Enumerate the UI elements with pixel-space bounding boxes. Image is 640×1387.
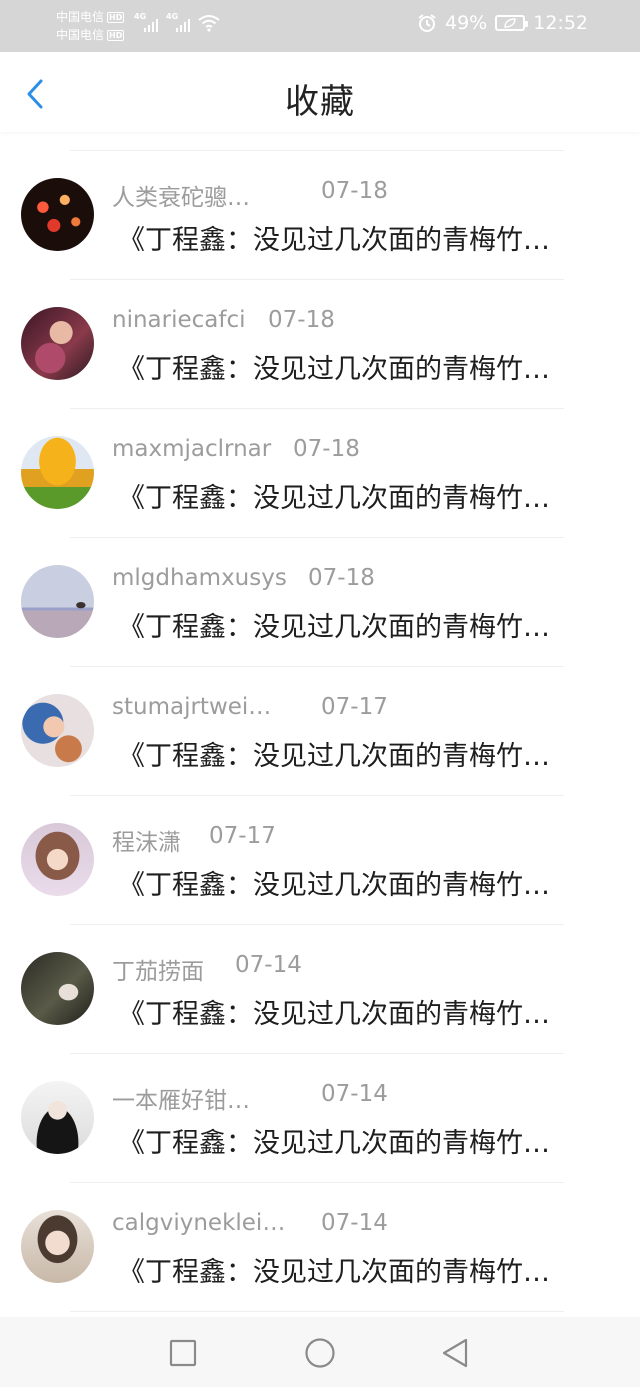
avatar — [21, 436, 94, 509]
triangle-back-icon — [442, 1338, 468, 1368]
author-name: mlgdhamxusys — [112, 565, 287, 591]
item-meta: maxmjaclrnar 07-18 — [112, 436, 360, 468]
avatar — [21, 1210, 94, 1283]
avatar — [21, 1081, 94, 1154]
item-title: 《丁程鑫：没见过几次面的青梅竹… — [118, 225, 550, 256]
item-title: 《丁程鑫：没见过几次面的青梅竹… — [118, 741, 550, 772]
item-meta: 丁茄捞面 07-14 — [112, 952, 302, 985]
item-meta: 程沫潇 07-17 — [112, 823, 276, 856]
author-name: 人类衰砣骢… — [112, 185, 250, 211]
avatar — [21, 823, 94, 896]
recent-apps-button[interactable] — [165, 1335, 201, 1371]
carrier-name: 中国电信 — [56, 28, 105, 42]
item-title: 《丁程鑫：没见过几次面的青梅竹… — [118, 612, 550, 643]
item-title: 《丁程鑫：没见过几次面的青梅竹… — [118, 1128, 550, 1159]
post-date: 07-18 — [293, 436, 360, 462]
alarm-icon — [418, 14, 436, 32]
item-title: 《丁程鑫：没见过几次面的青梅竹… — [118, 870, 550, 901]
hd-badge: HD — [107, 29, 125, 41]
post-date: 07-14 — [321, 1210, 388, 1236]
signal-icon: 4G — [134, 12, 158, 32]
author-name: 程沫潇 — [112, 830, 181, 856]
battery-icon — [495, 15, 529, 31]
battery-percent: 49% — [445, 12, 488, 34]
item-meta: ninariecafci 07-18 — [112, 307, 335, 339]
list-item[interactable]: maxmjaclrnar 07-18 《丁程鑫：没见过几次面的青梅竹… — [0, 409, 640, 537]
author-name: calgviyneklei… — [112, 1210, 286, 1236]
author-name: 丁茄捞面 — [112, 959, 204, 985]
author-name: 一本雁好钳… — [112, 1088, 250, 1114]
signal-icons: 4G 4G — [134, 12, 220, 32]
list-item[interactable]: 一本雁好钳… 07-14 《丁程鑫：没见过几次面的青梅竹… — [0, 1054, 640, 1182]
list-item[interactable]: stumajrtwei… 07-17 《丁程鑫：没见过几次面的青梅竹… — [0, 667, 640, 795]
item-meta: 人类衰砣骢… 07-18 — [112, 178, 388, 211]
item-meta: 一本雁好钳… 07-14 — [112, 1081, 388, 1114]
wifi-icon — [198, 15, 220, 32]
avatar — [21, 307, 94, 380]
item-title: 《丁程鑫：没见过几次面的青梅竹… — [118, 999, 550, 1030]
avatar — [21, 694, 94, 767]
avatar — [21, 952, 94, 1025]
item-meta: mlgdhamxusys 07-18 — [112, 565, 375, 597]
list-item[interactable]: 程沫潇 07-17 《丁程鑫：没见过几次面的青梅竹… — [0, 796, 640, 924]
carrier-info: 中国电信 HD 中国电信 HD — [56, 8, 125, 44]
post-date: 07-17 — [209, 823, 276, 849]
home-button[interactable] — [302, 1335, 338, 1371]
post-date: 07-18 — [308, 565, 375, 591]
list-item[interactable]: mlgdhamxusys 07-18 《丁程鑫：没见过几次面的青梅竹… — [0, 538, 640, 666]
square-icon — [169, 1339, 197, 1367]
carrier-name: 中国电信 — [56, 10, 105, 24]
status-bar: 中国电信 HD 中国电信 HD 4G 4G 49% 12:52 — [0, 0, 640, 52]
item-title: 《丁程鑫：没见过几次面的青梅竹… — [118, 1257, 550, 1288]
item-title: 《丁程鑫：没见过几次面的青梅竹… — [118, 354, 550, 385]
post-date: 07-14 — [321, 1081, 388, 1107]
list-item[interactable]: 丁茄捞面 07-14 《丁程鑫：没见过几次面的青梅竹… — [0, 925, 640, 1053]
post-date: 07-18 — [321, 178, 388, 204]
signal-icon: 4G — [166, 12, 190, 32]
post-date: 07-14 — [235, 952, 302, 978]
post-date: 07-18 — [268, 307, 335, 333]
hd-badge: HD — [107, 11, 125, 23]
system-nav-bar — [0, 1317, 640, 1387]
app-header: 收藏 — [0, 52, 640, 132]
list-item[interactable]: ninariecafci 07-18 《丁程鑫：没见过几次面的青梅竹… — [0, 280, 640, 408]
status-time: 12:52 — [533, 12, 588, 34]
avatar — [21, 565, 94, 638]
author-name: stumajrtwei… — [112, 694, 272, 720]
list-item[interactable]: calgviyneklei… 07-14 《丁程鑫：没见过几次面的青梅竹… — [0, 1183, 640, 1311]
list-item[interactable]: 人类衰砣骢… 07-18 《丁程鑫：没见过几次面的青梅竹… — [0, 151, 640, 279]
author-name: maxmjaclrnar — [112, 436, 272, 462]
item-meta: stumajrtwei… 07-17 — [112, 694, 388, 726]
nav-back-button[interactable] — [438, 1335, 474, 1371]
status-right: 49% 12:52 — [417, 12, 588, 34]
page-title: 收藏 — [285, 82, 355, 122]
author-name: ninariecafci — [112, 307, 246, 333]
circle-icon — [305, 1338, 335, 1368]
post-date: 07-17 — [321, 694, 388, 720]
item-meta: calgviyneklei… 07-14 — [112, 1210, 388, 1242]
avatar — [21, 178, 94, 251]
list-divider — [70, 1311, 564, 1312]
item-title: 《丁程鑫：没见过几次面的青梅竹… — [118, 483, 550, 514]
favorites-list: 人类衰砣骢… 07-18 《丁程鑫：没见过几次面的青梅竹… ninariecaf… — [0, 150, 640, 1312]
